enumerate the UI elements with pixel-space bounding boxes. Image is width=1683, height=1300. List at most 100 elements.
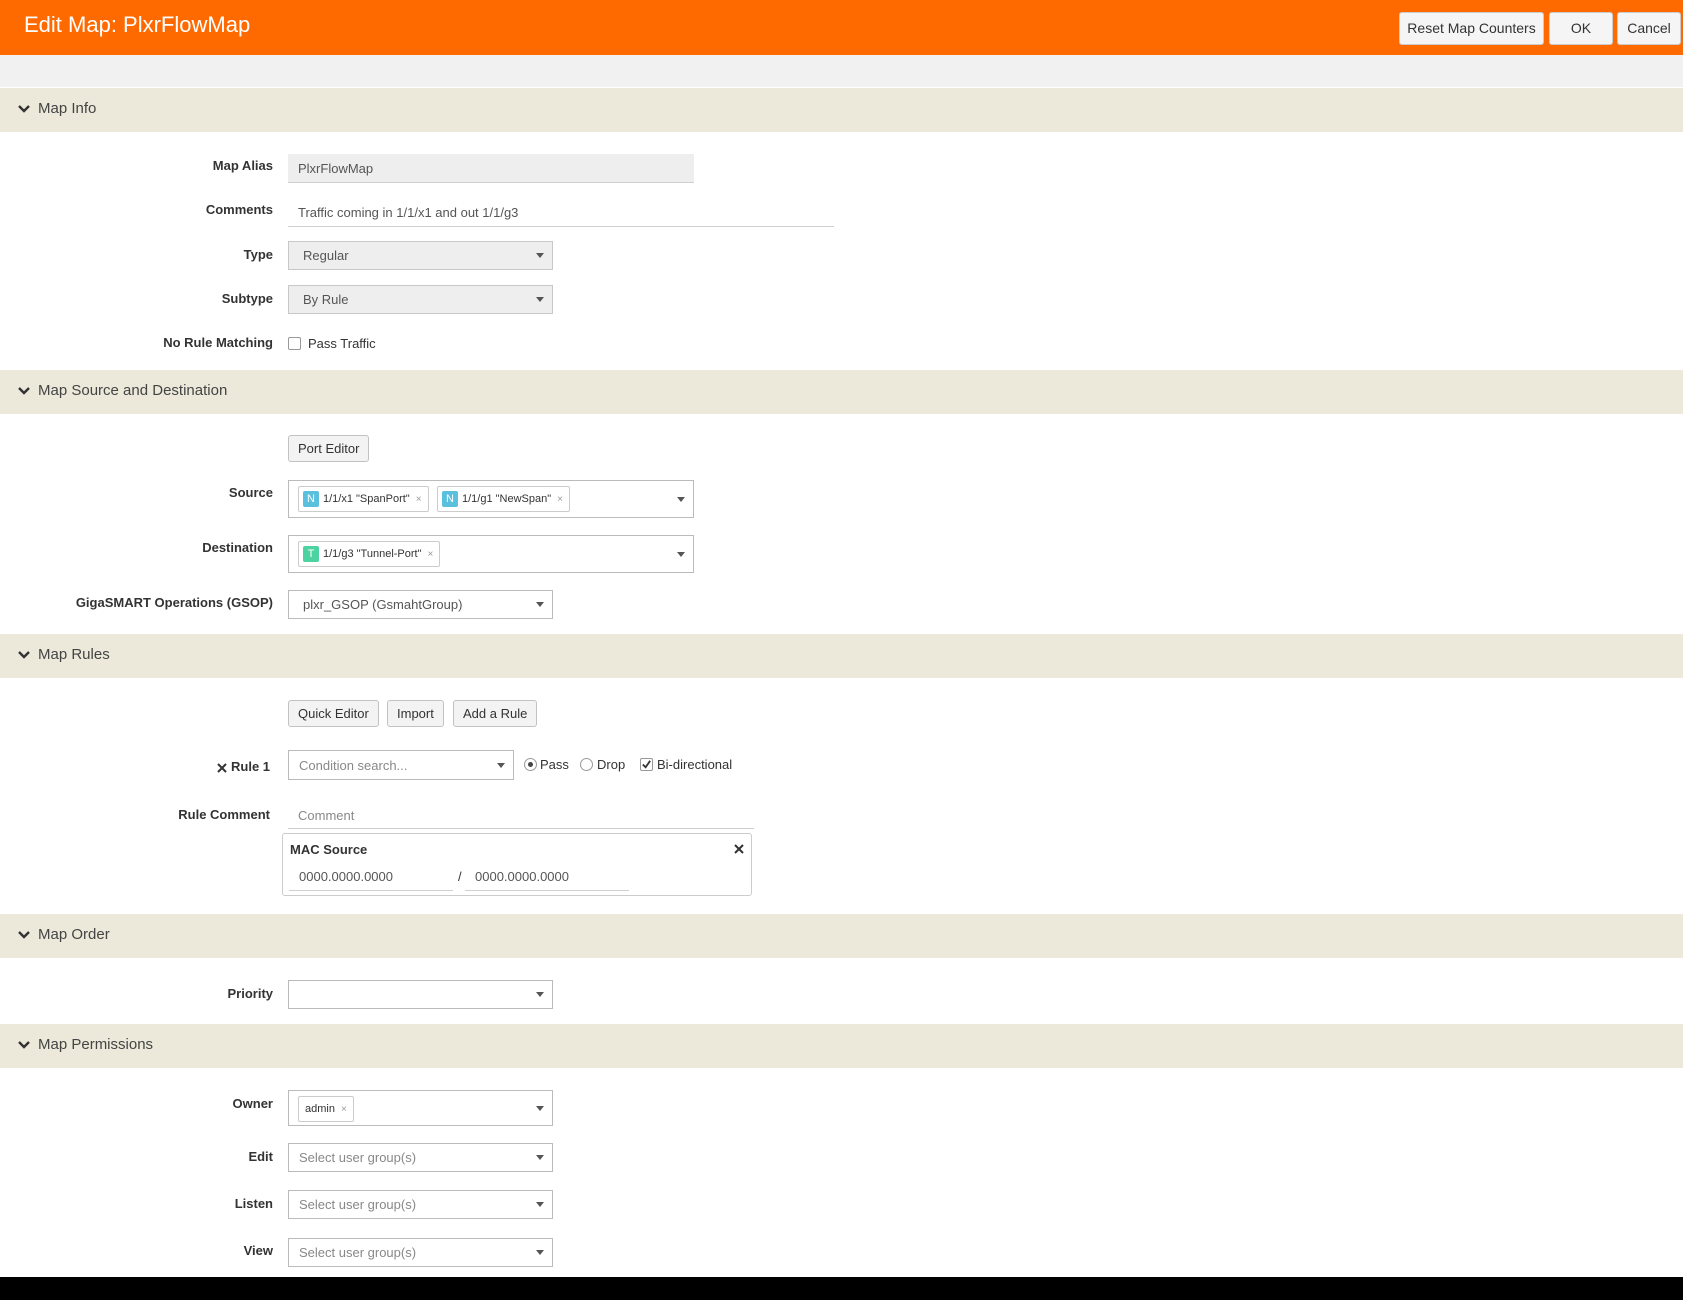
pass-label: Pass [540,757,569,772]
rule-1-label: Rule 1 [231,759,271,774]
chevron-down-icon [18,651,30,659]
page-title: Edit Map: PlxrFlowMap [24,12,251,37]
listen-placeholder: Select user group(s) [299,1197,417,1212]
owner-tag[interactable]: admin × [298,1096,354,1122]
mac-source-panel: MAC Source 0000.0000.0000 / 0000.0000.00… [282,833,752,896]
quick-editor-button[interactable]: Quick Editor [288,700,379,727]
gsop-select[interactable]: plxr_GSOP (GsmahtGroup) [288,590,553,619]
caret-down-icon [536,297,544,302]
source-tag[interactable]: N 1/1/x1 "SpanPort" × [298,486,429,512]
reset-map-counters-button[interactable]: Reset Map Counters [1399,12,1544,45]
drop-label: Drop [597,757,626,772]
remove-icon[interactable]: × [416,494,422,505]
map-alias-input[interactable]: PlxrFlowMap [288,154,694,183]
listen-groups-select[interactable]: Select user group(s) [288,1190,553,1219]
pass-traffic-label: Pass Traffic [308,336,376,351]
remove-icon[interactable]: × [428,549,434,560]
gsop-value: plxr_GSOP (GsmahtGroup) [303,597,463,612]
drop-radio[interactable] [580,758,593,771]
source-select[interactable]: N 1/1/x1 "SpanPort" × N 1/1/g1 "NewSpan" × [288,480,694,518]
priority-select[interactable] [288,980,553,1009]
mac-source-mask-input[interactable]: 0000.0000.0000 [465,865,629,891]
edit-label: Edit [248,1149,273,1164]
ok-button[interactable]: OK [1549,12,1613,45]
section-title: Map Order [38,926,110,943]
no-rule-matching-label: No Rule Matching [163,335,273,350]
chevron-down-icon [18,387,30,395]
cancel-button[interactable]: Cancel [1617,12,1681,45]
section-map-source-destination[interactable]: Map Source and Destination [0,370,1683,414]
remove-icon[interactable]: × [341,1104,347,1115]
caret-down-icon [536,1155,544,1160]
chevron-down-icon [18,1041,30,1049]
network-port-icon: N [303,491,319,508]
caret-down-icon [536,1106,544,1111]
comments-input[interactable]: Traffic coming in 1/1/x1 and out 1/1/g3 [288,198,834,227]
view-placeholder: Select user group(s) [299,1245,417,1260]
type-select[interactable]: Regular [288,241,553,270]
section-title: Map Rules [38,646,110,663]
destination-tag[interactable]: T 1/1/g3 "Tunnel-Port" × [298,541,441,567]
owner-tag-text: admin [305,1103,335,1115]
destination-select[interactable]: T 1/1/g3 "Tunnel-Port" × [288,535,694,573]
mac-source-value-input[interactable]: 0000.0000.0000 [289,865,453,891]
listen-label: Listen [234,1196,273,1211]
source-tag-text: 1/1/x1 "SpanPort" [323,493,410,505]
subtype-value: By Rule [303,292,349,307]
rule-comment-input[interactable]: Comment [288,801,754,829]
import-button[interactable]: Import [387,700,444,727]
section-title: Map Source and Destination [38,382,228,399]
source-tag-text: 1/1/g1 "NewSpan" [462,493,552,505]
destination-label: Destination [202,540,273,555]
subtype-label: Subtype [221,291,273,306]
subtype-select[interactable]: By Rule [288,285,553,314]
close-icon[interactable] [217,763,227,773]
map-alias-label: Map Alias [212,158,273,173]
page-header: Edit Map: PlxrFlowMap Reset Map Counters… [0,0,1683,55]
pass-radio[interactable] [524,758,537,771]
caret-down-icon [536,253,544,258]
add-rule-button[interactable]: Add a Rule [453,700,538,727]
rule-comment-label: Rule Comment [178,807,270,822]
view-groups-select[interactable]: Select user group(s) [288,1238,553,1267]
port-editor-button[interactable]: Port Editor [288,435,370,462]
section-title: Map Info [38,100,97,117]
chevron-down-icon [18,931,30,939]
caret-down-icon [677,552,685,557]
pass-traffic-checkbox[interactable] [288,337,301,350]
section-map-rules[interactable]: Map Rules [0,634,1683,678]
condition-placeholder: Condition search... [299,758,408,773]
section-title: Map Permissions [38,1036,154,1053]
priority-label: Priority [227,986,273,1001]
caret-down-icon [536,602,544,607]
comments-label: Comments [205,202,273,217]
caret-down-icon [536,1250,544,1255]
comment-placeholder: Comment [298,808,355,823]
section-map-permissions[interactable]: Map Permissions [0,1024,1683,1068]
caret-down-icon [497,763,505,768]
caret-down-icon [536,992,544,997]
bidirectional-checkbox[interactable] [640,758,653,771]
edit-groups-select[interactable]: Select user group(s) [288,1143,553,1172]
owner-label: Owner [232,1096,273,1111]
edit-placeholder: Select user group(s) [299,1150,417,1165]
caret-down-icon [677,497,685,502]
type-label: Type [243,247,273,262]
condition-search-select[interactable]: Condition search... [288,750,514,780]
gsop-label: GigaSMART Operations (GSOP) [75,595,273,610]
source-label: Source [228,485,273,500]
section-map-info[interactable]: Map Info [0,88,1683,132]
mac-separator: / [458,869,462,884]
destination-tag-text: 1/1/g3 "Tunnel-Port" [323,548,422,560]
tool-port-icon: T [303,546,319,563]
bidirectional-label: Bi-directional [657,757,733,772]
remove-icon[interactable]: × [557,494,563,505]
chevron-down-icon [18,105,30,113]
mac-source-title: MAC Source [290,842,368,857]
owner-select[interactable]: admin × [288,1090,553,1126]
section-map-order[interactable]: Map Order [0,914,1683,958]
toolbar-spacer [0,55,1683,87]
source-tag[interactable]: N 1/1/g1 "NewSpan" × [437,486,570,512]
close-icon[interactable] [734,844,744,854]
view-label: View [243,1243,273,1258]
